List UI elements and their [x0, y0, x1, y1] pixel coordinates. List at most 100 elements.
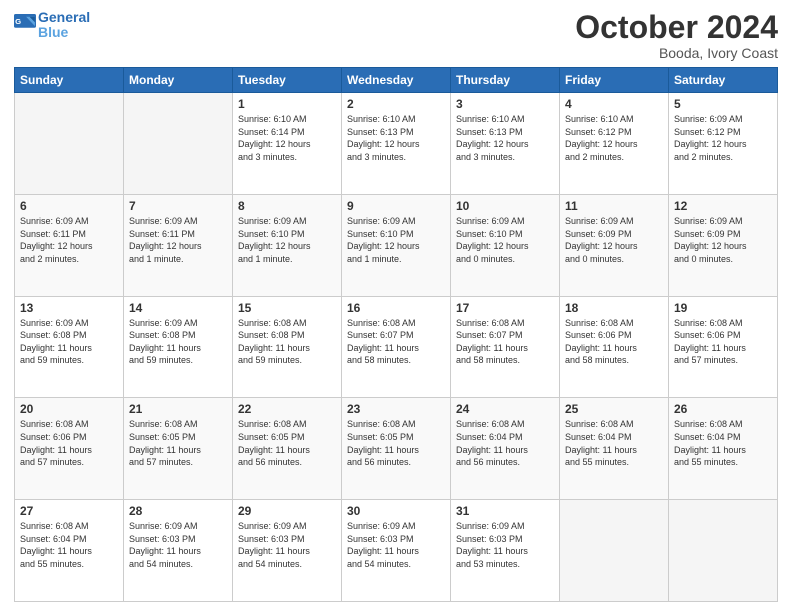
- day-info: Sunrise: 6:10 AM Sunset: 6:13 PM Dayligh…: [456, 113, 554, 163]
- day-info: Sunrise: 6:08 AM Sunset: 6:05 PM Dayligh…: [347, 418, 445, 468]
- calendar-day-cell: [15, 93, 124, 195]
- calendar-day-cell: 19Sunrise: 6:08 AM Sunset: 6:06 PM Dayli…: [669, 296, 778, 398]
- day-info: Sunrise: 6:08 AM Sunset: 6:06 PM Dayligh…: [20, 418, 118, 468]
- calendar-day-cell: 15 Sunrise: 6:08 AM Sunset: 6:08 PM Dayli…: [233, 296, 342, 398]
- day-number: 22: [238, 402, 336, 416]
- day-info: Sunrise: 6:08 AM Sunset: 6:08 PM Dayligh…: [238, 317, 336, 367]
- calendar-day-cell: 18 Sunrise: 6:08 AM Sunset: 6:06 PM Dayli…: [560, 296, 669, 398]
- day-number: 16: [347, 301, 445, 315]
- calendar-day-cell: 25 Sunrise: 6:08 AM Sunset: 6:04 PM Dayli…: [560, 398, 669, 500]
- calendar-day-cell: 2 Sunrise: 6:10 AM Sunset: 6:13 PM Daylig…: [342, 93, 451, 195]
- day-info: Sunrise: 6:09 AM Sunset: 6:09 PM Dayligh…: [565, 215, 663, 265]
- calendar-day-cell: 5Sunrise: 6:09 AM Sunset: 6:12 PM Daylig…: [669, 93, 778, 195]
- day-number: 11: [565, 199, 663, 213]
- day-number: 6: [20, 199, 118, 213]
- calendar-day-cell: 11 Sunrise: 6:09 AM Sunset: 6:09 PM Dayli…: [560, 194, 669, 296]
- day-info: Sunrise: 6:08 AM Sunset: 6:06 PM Dayligh…: [565, 317, 663, 367]
- day-number: 18: [565, 301, 663, 315]
- day-number: 20: [20, 402, 118, 416]
- day-info: Sunrise: 6:08 AM Sunset: 6:05 PM Dayligh…: [238, 418, 336, 468]
- calendar-day-cell: 10 Sunrise: 6:09 AM Sunset: 6:10 PM Dayli…: [451, 194, 560, 296]
- day-info: Sunrise: 6:08 AM Sunset: 6:07 PM Dayligh…: [456, 317, 554, 367]
- header: G General Blue October 2024 Booda, Ivory…: [14, 10, 778, 61]
- logo-general: General: [38, 10, 90, 25]
- calendar-subtitle: Booda, Ivory Coast: [575, 45, 778, 61]
- calendar-day-cell: 23Sunrise: 6:08 AM Sunset: 6:05 PM Dayli…: [342, 398, 451, 500]
- day-number: 21: [129, 402, 227, 416]
- calendar-day-cell: 12 Sunrise: 6:09 AM Sunset: 6:09 PM Dayli…: [669, 194, 778, 296]
- day-number: 25: [565, 402, 663, 416]
- day-info: Sunrise: 6:09 AM Sunset: 6:03 PM Dayligh…: [347, 520, 445, 570]
- calendar-day-cell: 3Sunrise: 6:10 AM Sunset: 6:13 PM Daylig…: [451, 93, 560, 195]
- day-number: 7: [129, 199, 227, 213]
- calendar-day-cell: 16Sunrise: 6:08 AM Sunset: 6:07 PM Dayli…: [342, 296, 451, 398]
- calendar-day-cell: 9Sunrise: 6:09 AM Sunset: 6:10 PM Daylig…: [342, 194, 451, 296]
- calendar-day-cell: 29Sunrise: 6:09 AM Sunset: 6:03 PM Dayli…: [233, 500, 342, 602]
- calendar-week-row: 20 Sunrise: 6:08 AM Sunset: 6:06 PM Dayli…: [15, 398, 778, 500]
- day-number: 17: [456, 301, 554, 315]
- day-number: 19: [674, 301, 772, 315]
- day-info: Sunrise: 6:09 AM Sunset: 6:08 PM Dayligh…: [129, 317, 227, 367]
- calendar-week-row: 1Sunrise: 6:10 AM Sunset: 6:14 PM Daylig…: [15, 93, 778, 195]
- day-number: 14: [129, 301, 227, 315]
- calendar-day-cell: 17 Sunrise: 6:08 AM Sunset: 6:07 PM Dayli…: [451, 296, 560, 398]
- day-info: Sunrise: 6:10 AM Sunset: 6:14 PM Dayligh…: [238, 113, 336, 163]
- day-of-week-header: Saturday: [669, 68, 778, 93]
- day-info: Sunrise: 6:09 AM Sunset: 6:11 PM Dayligh…: [20, 215, 118, 265]
- day-number: 30: [347, 504, 445, 518]
- calendar-day-cell: 21 Sunrise: 6:08 AM Sunset: 6:05 PM Dayli…: [124, 398, 233, 500]
- calendar-week-row: 6 Sunrise: 6:09 AM Sunset: 6:11 PM Daylig…: [15, 194, 778, 296]
- logo: G General Blue: [14, 10, 90, 41]
- calendar-day-cell: 7Sunrise: 6:09 AM Sunset: 6:11 PM Daylig…: [124, 194, 233, 296]
- calendar-day-cell: 14 Sunrise: 6:09 AM Sunset: 6:08 PM Dayli…: [124, 296, 233, 398]
- calendar-day-cell: 20 Sunrise: 6:08 AM Sunset: 6:06 PM Dayli…: [15, 398, 124, 500]
- calendar-title: October 2024: [575, 10, 778, 45]
- day-info: Sunrise: 6:08 AM Sunset: 6:04 PM Dayligh…: [565, 418, 663, 468]
- day-number: 24: [456, 402, 554, 416]
- day-number: 4: [565, 97, 663, 111]
- svg-text:G: G: [15, 17, 21, 26]
- day-info: Sunrise: 6:09 AM Sunset: 6:10 PM Dayligh…: [456, 215, 554, 265]
- day-number: 13: [20, 301, 118, 315]
- day-info: Sunrise: 6:08 AM Sunset: 6:04 PM Dayligh…: [20, 520, 118, 570]
- calendar-day-cell: [669, 500, 778, 602]
- calendar-week-row: 27 Sunrise: 6:08 AM Sunset: 6:04 PM Dayli…: [15, 500, 778, 602]
- day-number: 8: [238, 199, 336, 213]
- day-of-week-header: Monday: [124, 68, 233, 93]
- calendar-day-cell: 1Sunrise: 6:10 AM Sunset: 6:14 PM Daylig…: [233, 93, 342, 195]
- day-number: 12: [674, 199, 772, 213]
- day-number: 27: [20, 504, 118, 518]
- day-number: 26: [674, 402, 772, 416]
- day-number: 15: [238, 301, 336, 315]
- day-number: 10: [456, 199, 554, 213]
- logo-icon: G: [14, 14, 36, 36]
- day-number: 28: [129, 504, 227, 518]
- main-container: G General Blue October 2024 Booda, Ivory…: [0, 0, 792, 612]
- day-info: Sunrise: 6:09 AM Sunset: 6:08 PM Dayligh…: [20, 317, 118, 367]
- day-info: Sunrise: 6:09 AM Sunset: 6:03 PM Dayligh…: [456, 520, 554, 570]
- calendar-header-row: SundayMondayTuesdayWednesdayThursdayFrid…: [15, 68, 778, 93]
- day-number: 5: [674, 97, 772, 111]
- logo-blue: Blue: [38, 25, 90, 40]
- title-block: October 2024 Booda, Ivory Coast: [575, 10, 778, 61]
- calendar-table: SundayMondayTuesdayWednesdayThursdayFrid…: [14, 67, 778, 602]
- day-info: Sunrise: 6:08 AM Sunset: 6:05 PM Dayligh…: [129, 418, 227, 468]
- day-info: Sunrise: 6:09 AM Sunset: 6:09 PM Dayligh…: [674, 215, 772, 265]
- calendar-body: 1Sunrise: 6:10 AM Sunset: 6:14 PM Daylig…: [15, 93, 778, 602]
- calendar-day-cell: 4Sunrise: 6:10 AM Sunset: 6:12 PM Daylig…: [560, 93, 669, 195]
- day-number: 29: [238, 504, 336, 518]
- day-info: Sunrise: 6:10 AM Sunset: 6:13 PM Dayligh…: [347, 113, 445, 163]
- day-number: 2: [347, 97, 445, 111]
- calendar-week-row: 13 Sunrise: 6:09 AM Sunset: 6:08 PM Dayli…: [15, 296, 778, 398]
- day-number: 9: [347, 199, 445, 213]
- day-of-week-header: Thursday: [451, 68, 560, 93]
- day-info: Sunrise: 6:09 AM Sunset: 6:03 PM Dayligh…: [129, 520, 227, 570]
- day-info: Sunrise: 6:08 AM Sunset: 6:04 PM Dayligh…: [456, 418, 554, 468]
- calendar-day-cell: 28 Sunrise: 6:09 AM Sunset: 6:03 PM Dayli…: [124, 500, 233, 602]
- calendar-day-cell: 26Sunrise: 6:08 AM Sunset: 6:04 PM Dayli…: [669, 398, 778, 500]
- calendar-day-cell: 6 Sunrise: 6:09 AM Sunset: 6:11 PM Daylig…: [15, 194, 124, 296]
- day-number: 31: [456, 504, 554, 518]
- calendar-day-cell: [124, 93, 233, 195]
- day-info: Sunrise: 6:09 AM Sunset: 6:10 PM Dayligh…: [238, 215, 336, 265]
- day-of-week-header: Wednesday: [342, 68, 451, 93]
